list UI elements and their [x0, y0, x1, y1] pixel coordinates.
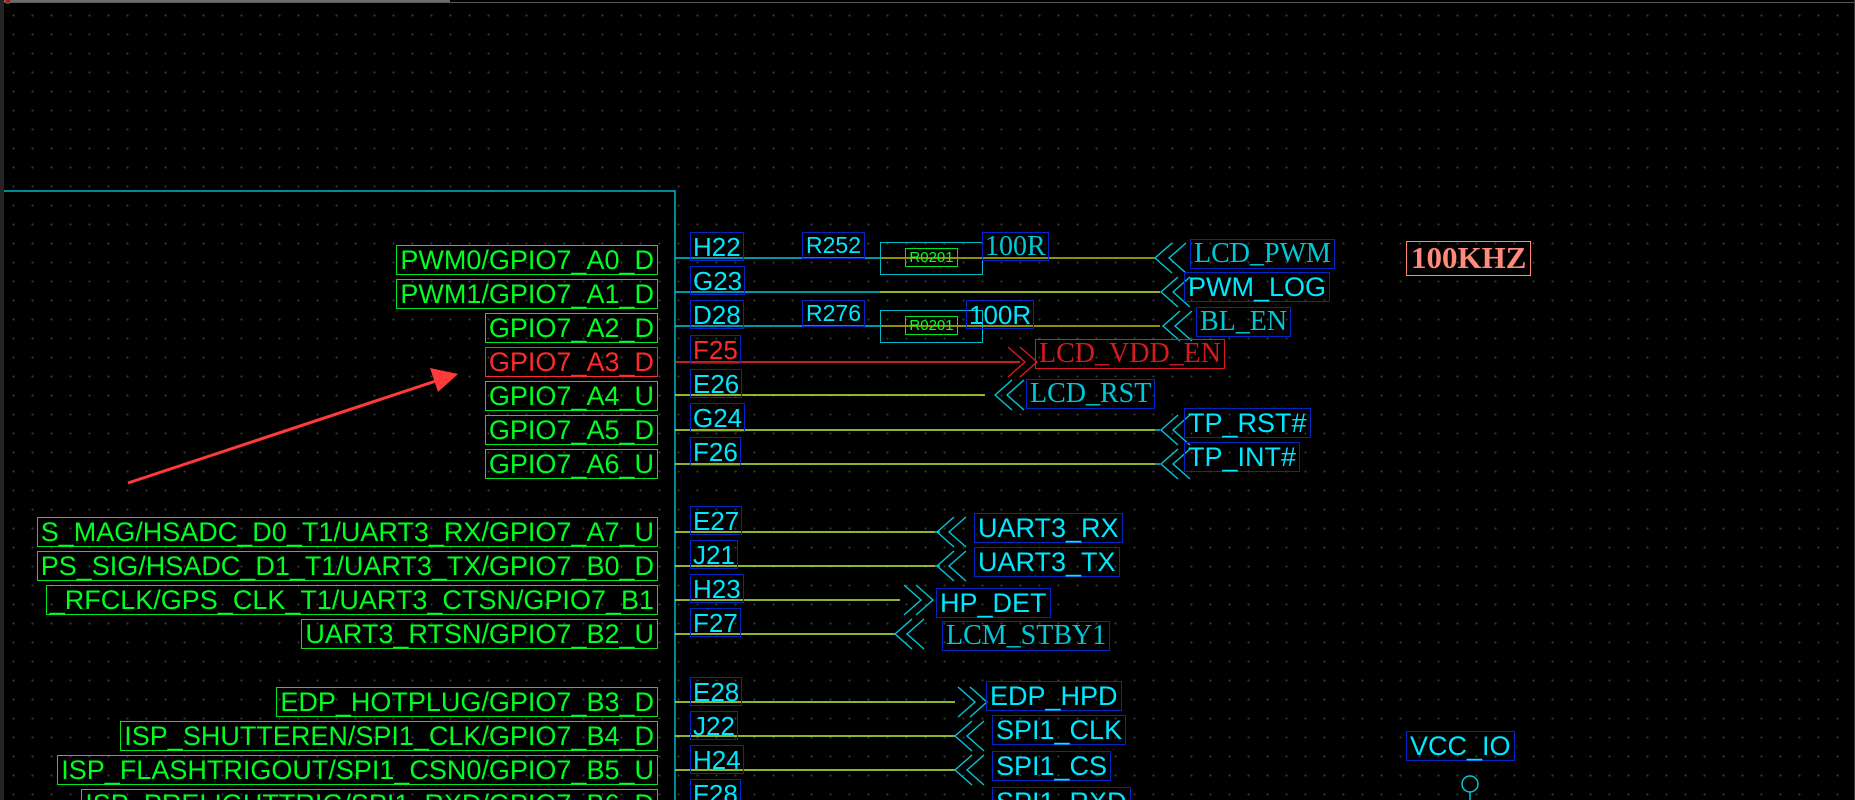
net-label-spi1-rxd[interactable]: SPI1_RXD [992, 787, 1131, 800]
pin-name-gpio7-b3[interactable]: EDP_HOTPLUG/GPIO7_B3_D [276, 687, 658, 717]
pin-number-e26[interactable]: E26 [690, 369, 743, 398]
resistor-body-r252[interactable]: R0201 [880, 242, 983, 275]
pin-number-f28[interactable]: F28 [690, 779, 741, 800]
pin-name-gpio7-b6[interactable]: ISP_PRELIGHTTRIG/SPI1_RXD/GPIO7_B6_D [81, 789, 658, 800]
pin-number-g24[interactable]: G24 [690, 403, 746, 432]
pin-name-gpio7-a2[interactable]: GPIO7_A2_D [484, 313, 658, 343]
pin-name-gpio7-a3-highlighted[interactable]: GPIO7_A3_D [484, 347, 658, 377]
net-label-tp-int[interactable]: TP_INT# [1184, 442, 1301, 472]
resistor-ref-r252[interactable]: R252 [802, 232, 865, 259]
frequency-annotation[interactable]: 100KHZ [1406, 241, 1532, 276]
pin-number-e27[interactable]: E27 [690, 506, 743, 535]
schematic-wires [4, 190, 1479, 800]
net-label-bl-en[interactable]: BL_EN [1196, 307, 1292, 337]
pin-number-e28[interactable]: E28 [690, 677, 743, 706]
pin-number-j21[interactable]: J21 [690, 540, 738, 569]
pin-number-j22[interactable]: J22 [690, 711, 738, 740]
resistor-package-r252: R0201 [905, 248, 958, 267]
pin-number-h23[interactable]: H23 [690, 574, 744, 603]
net-label-hp-det[interactable]: HP_DET [936, 588, 1051, 618]
pin-number-g23[interactable]: G23 [690, 266, 746, 295]
pin-name-pwm0[interactable]: PWM0/GPIO7_A0_D [396, 245, 658, 275]
annotation-arrow-shaft [127, 376, 446, 485]
annotation-arrow-head [430, 368, 458, 392]
net-label-lcd-pwm[interactable]: LCD_PWM [1190, 239, 1335, 269]
pin-number-d28[interactable]: D28 [690, 300, 744, 329]
pin-name-gpio7-b2[interactable]: UART3_RTSN/GPIO7_B2_U [301, 619, 658, 649]
resistor-value-r252[interactable]: 100R [982, 232, 1049, 261]
net-label-lcd-rst[interactable]: LCD_RST [1026, 379, 1156, 409]
schematic-canvas[interactable]: PWM0/GPIO7_A0_D PWM1/GPIO7_A1_D GPIO7_A2… [0, 0, 1855, 800]
pin-number-f26[interactable]: F26 [690, 437, 741, 466]
net-label-edp-hpd[interactable]: EDP_HPD [986, 681, 1122, 711]
resistor-package-r276: R0201 [905, 316, 958, 335]
pin-name-gpio7-b0[interactable]: PS_SIG/HSADC_D1_T1/UART3_TX/GPIO7_B0_D [36, 551, 658, 581]
pin-name-gpio7-a4[interactable]: GPIO7_A4_U [484, 381, 658, 411]
net-label-uart3-rx[interactable]: UART3_RX [974, 513, 1123, 543]
net-label-lcd-vdd-en[interactable]: LCD_VDD_EN [1035, 339, 1225, 369]
power-label-vcc-io[interactable]: VCC_IO [1406, 731, 1515, 761]
pin-number-h22[interactable]: H22 [690, 232, 744, 261]
net-label-tp-rst[interactable]: TP_RST# [1184, 408, 1311, 438]
net-label-lcm-stby1[interactable]: LCM_STBY1 [942, 621, 1111, 651]
pin-name-gpio7-a6[interactable]: GPIO7_A6_U [484, 449, 658, 479]
pin-name-gpio7-b5[interactable]: ISP_FLASHTRIGOUT/SPI1_CSN0/GPIO7_B5_U [57, 755, 658, 785]
net-label-spi1-cs[interactable]: SPI1_CS [992, 751, 1112, 781]
pin-name-gpio7-b4[interactable]: ISP_SHUTTEREN/SPI1_CLK/GPIO7_B4_D [120, 721, 658, 751]
pin-name-gpio7-a5[interactable]: GPIO7_A5_D [484, 415, 658, 445]
pin-number-f25[interactable]: F25 [690, 335, 741, 364]
resistor-ref-r276[interactable]: R276 [802, 300, 865, 327]
net-label-pwm-log[interactable]: PWM_LOG [1184, 272, 1331, 302]
vcc-symbol [1461, 775, 1479, 793]
pin-number-h24[interactable]: H24 [690, 745, 744, 774]
pin-name-pwm1[interactable]: PWM1/GPIO7_A1_D [396, 279, 658, 309]
pin-name-gpio7-a7[interactable]: S_MAG/HSADC_D0_T1/UART3_RX/GPIO7_A7_U [36, 517, 658, 547]
pin-number-f27[interactable]: F27 [690, 608, 741, 637]
net-label-spi1-clk[interactable]: SPI1_CLK [992, 715, 1127, 745]
resistor-value-r276[interactable]: 100R [966, 300, 1035, 329]
pin-name-gpio7-b1[interactable]: _RFCLK/GPS_CLK_T1/UART3_CTSN/GPIO7_B1 [45, 585, 658, 615]
net-label-uart3-tx[interactable]: UART3_TX [974, 547, 1120, 577]
